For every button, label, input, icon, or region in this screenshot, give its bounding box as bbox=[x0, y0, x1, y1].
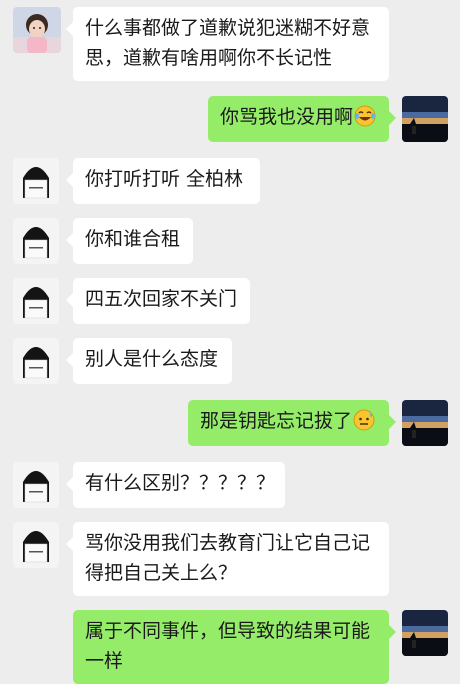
person-with-sign-avatar-icon bbox=[13, 338, 59, 384]
contact-avatar[interactable] bbox=[13, 522, 59, 568]
person-with-sign-avatar-icon bbox=[13, 462, 59, 508]
message-text: 你骂我也没用啊 bbox=[220, 106, 354, 128]
message-text: 有什么区别？？？？？ bbox=[85, 472, 276, 494]
sunset-landscape-avatar-icon bbox=[402, 400, 448, 446]
self-avatar[interactable] bbox=[402, 96, 448, 142]
message-bubble-incoming[interactable]: 别人是什么态度 bbox=[66, 338, 232, 384]
laughing-tears-emoji-icon bbox=[354, 105, 376, 127]
sunset-landscape-avatar-icon bbox=[402, 96, 448, 142]
contact-avatar[interactable] bbox=[13, 338, 59, 384]
contact-avatar[interactable] bbox=[13, 462, 59, 508]
child-photo-avatar-icon bbox=[13, 7, 61, 53]
person-with-sign-avatar-icon bbox=[13, 522, 59, 568]
message-bubble-incoming[interactable]: 有什么区别？？？？？ bbox=[66, 462, 285, 508]
message-text: 那是钥匙忘记拔了 bbox=[200, 410, 353, 432]
message-bubble-incoming[interactable]: 四五次回家不关门 bbox=[66, 278, 250, 324]
message-bubble-incoming[interactable]: 骂你没用我们去教育门让它自己记 得把自己关上么？ bbox=[66, 522, 389, 596]
message-text: 得把自己关上么？ bbox=[85, 562, 238, 584]
contact-avatar[interactable] bbox=[13, 218, 59, 264]
awkward-sweat-emoji-icon bbox=[353, 409, 375, 431]
person-with-sign-avatar-icon bbox=[13, 158, 59, 204]
message-text: 别人是什么态度 bbox=[85, 348, 219, 370]
message-bubble-outgoing[interactable]: 属于不同事件，但导致的结果可能 一样 bbox=[73, 610, 396, 684]
self-avatar[interactable] bbox=[402, 400, 448, 446]
message-bubble-incoming[interactable]: 你打听打听 全柏林 bbox=[66, 158, 260, 204]
person-with-sign-avatar-icon bbox=[13, 218, 59, 264]
message-bubble-outgoing[interactable]: 那是钥匙忘记拔了 bbox=[188, 400, 396, 446]
contact-avatar[interactable] bbox=[13, 158, 59, 204]
self-avatar[interactable] bbox=[402, 610, 448, 656]
chat-conversation: 什么事都做了道歉说犯迷糊不好意 思，道歉有啥用啊你不长记性 你骂我也没用啊 你打… bbox=[0, 0, 460, 684]
message-bubble-incoming[interactable]: 你和谁合租 bbox=[66, 218, 193, 264]
message-text: 四五次回家不关门 bbox=[85, 288, 238, 310]
message-text: 一样 bbox=[85, 650, 124, 672]
person-with-sign-avatar-icon bbox=[13, 278, 59, 324]
message-text: 你和谁合租 bbox=[85, 228, 181, 250]
contact-avatar[interactable] bbox=[13, 278, 59, 324]
message-bubble-outgoing[interactable]: 你骂我也没用啊 bbox=[208, 96, 396, 142]
message-text: 思，道歉有啥用啊你不长记性 bbox=[85, 47, 333, 69]
message-text: 你打听打听 全柏林 bbox=[85, 168, 244, 190]
contact-avatar[interactable] bbox=[13, 7, 61, 53]
message-bubble-incoming[interactable]: 什么事都做了道歉说犯迷糊不好意 思，道歉有啥用啊你不长记性 bbox=[66, 7, 389, 81]
message-text: 什么事都做了道歉说犯迷糊不好意 bbox=[85, 17, 371, 39]
message-text: 属于不同事件，但导致的结果可能 bbox=[85, 620, 371, 642]
sunset-landscape-avatar-icon bbox=[402, 610, 448, 656]
message-text: 骂你没用我们去教育门让它自己记 bbox=[85, 532, 371, 554]
